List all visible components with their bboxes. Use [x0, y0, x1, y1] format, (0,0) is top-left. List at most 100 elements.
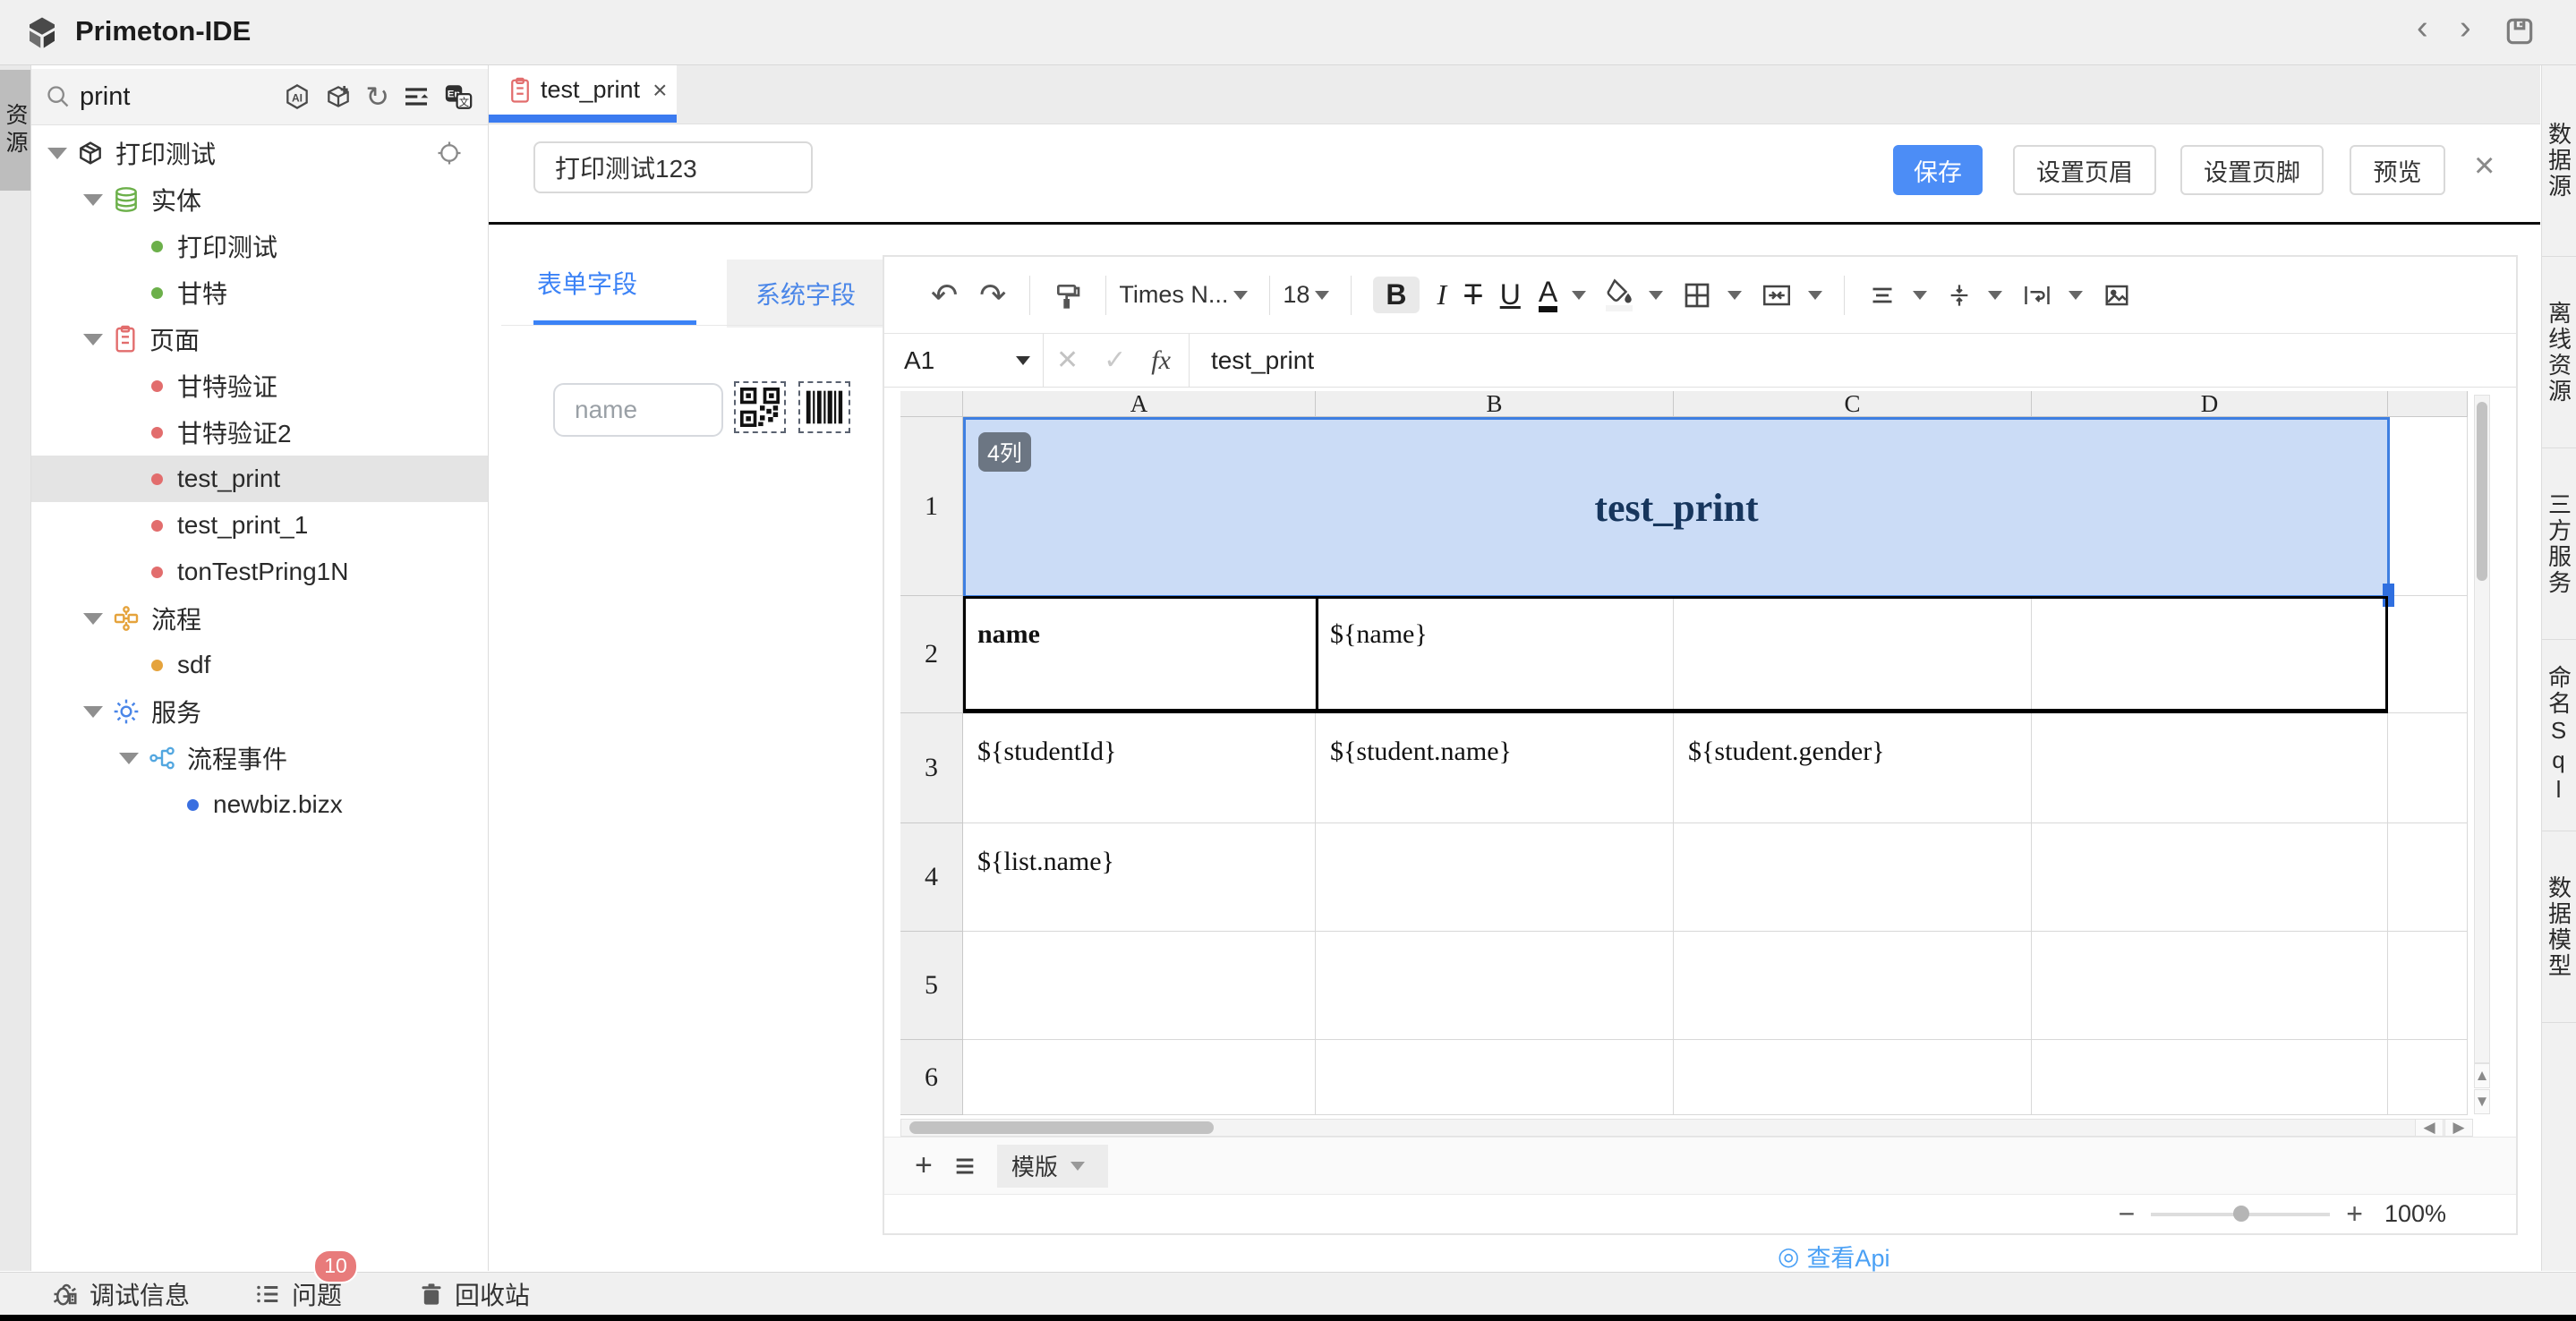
- tree-item-实体[interactable]: 实体: [31, 176, 488, 223]
- grid-corner-cell[interactable]: [900, 391, 963, 417]
- cell-value[interactable]: ${student.name}: [1330, 737, 1512, 767]
- merge-cells-icon[interactable]: [1761, 282, 1792, 309]
- rail-tab-resources[interactable]: 资源: [0, 70, 30, 191]
- cell-value[interactable]: ${studentId}: [977, 737, 1116, 767]
- formula-cancel-icon[interactable]: ✕: [1056, 345, 1079, 376]
- save-button[interactable]: 保存: [1893, 145, 1983, 195]
- caret-down-icon[interactable]: [83, 194, 103, 206]
- column-header-B[interactable]: B: [1316, 391, 1674, 417]
- undo-icon[interactable]: ↶: [931, 277, 958, 314]
- zoom-out-icon[interactable]: −: [2119, 1197, 2136, 1231]
- problems-item[interactable]: 问题 10: [254, 1276, 342, 1312]
- caret-down-icon[interactable]: [47, 148, 67, 159]
- grid-cell[interactable]: [963, 823, 1316, 932]
- sheet-grid[interactable]: ABCD123456name${name}${studentId}${stude…: [900, 391, 2503, 1138]
- horizontal-align-dropdown-icon[interactable]: [1913, 291, 1927, 300]
- formula-confirm-icon[interactable]: ✓: [1104, 345, 1126, 376]
- right-rail-tab-数据模型[interactable]: 数据模型: [2542, 831, 2576, 1023]
- grid-cell[interactable]: [2032, 932, 2388, 1040]
- column-header-A[interactable]: A: [963, 391, 1316, 417]
- translate-icon[interactable]: En文: [443, 81, 473, 112]
- barcode-icon[interactable]: [798, 381, 850, 433]
- tree-item-流程事件[interactable]: 流程事件: [31, 735, 488, 781]
- insert-image-icon[interactable]: [2103, 282, 2131, 309]
- format-painter-icon[interactable]: [1053, 281, 1082, 310]
- tree-item-页面[interactable]: 页面: [31, 316, 488, 362]
- row-header-1[interactable]: 1: [900, 417, 963, 596]
- grid-cell[interactable]: [2388, 1040, 2468, 1115]
- tree-item-test_print[interactable]: test_print: [31, 456, 488, 502]
- vertical-align-dropdown-icon[interactable]: [1988, 291, 2002, 300]
- text-wrap-dropdown-icon[interactable]: [2068, 291, 2083, 300]
- scroll-left-icon[interactable]: ◀: [2415, 1119, 2444, 1137]
- grid-cell[interactable]: [1316, 823, 1674, 932]
- column-header-D[interactable]: D: [2032, 391, 2388, 417]
- grid-cell[interactable]: [2388, 823, 2468, 932]
- ai-assistant-icon[interactable]: AI: [283, 82, 311, 111]
- horizontal-scrollbar-thumb[interactable]: [909, 1121, 1214, 1134]
- grid-cell[interactable]: [963, 1040, 1316, 1115]
- tab-form-fields[interactable]: 表单字段: [537, 265, 637, 301]
- caret-down-icon[interactable]: [83, 334, 103, 345]
- sheet-list-icon[interactable]: [952, 1154, 977, 1179]
- tree-item-流程[interactable]: 流程: [31, 595, 488, 642]
- grid-cell[interactable]: [2388, 932, 2468, 1040]
- tree-item-甘特[interactable]: 甘特: [31, 269, 488, 316]
- grid-cell[interactable]: [1674, 713, 2032, 823]
- refresh-icon[interactable]: ↻: [365, 80, 389, 114]
- tree-item-tonTestPring1N[interactable]: tonTestPring1N: [31, 549, 488, 595]
- grid-cell[interactable]: [1674, 823, 2032, 932]
- grid-cell[interactable]: [963, 932, 1316, 1040]
- preview-button[interactable]: 预览: [2350, 145, 2445, 195]
- save-all-icon[interactable]: [2503, 14, 2537, 48]
- scroll-up-icon[interactable]: ▲: [2474, 1063, 2490, 1088]
- cell-reference-box[interactable]: A1: [884, 334, 1044, 387]
- search-input[interactable]: print: [80, 82, 130, 112]
- scroll-down-icon[interactable]: ▼: [2474, 1089, 2490, 1114]
- strikethrough-button[interactable]: T: [1464, 278, 1482, 311]
- debug-info-item[interactable]: 调试信息: [52, 1276, 190, 1312]
- editor-close-icon[interactable]: ×: [2474, 146, 2495, 186]
- caret-down-icon[interactable]: [119, 753, 139, 764]
- fill-color-icon[interactable]: [1606, 278, 1633, 311]
- set-page-footer-button[interactable]: 设置页脚: [2180, 145, 2324, 195]
- redo-icon[interactable]: ↷: [979, 277, 1006, 314]
- borders-dropdown-icon[interactable]: [1727, 291, 1742, 300]
- font-color-button[interactable]: A: [1539, 277, 1557, 312]
- right-rail-tab-三方服务[interactable]: 三方服务: [2542, 448, 2576, 640]
- row-header-4[interactable]: 4: [900, 823, 963, 932]
- zoom-slider-handle[interactable]: [2233, 1206, 2249, 1222]
- tree-item-sdf[interactable]: sdf: [31, 642, 488, 688]
- grid-cell[interactable]: [2388, 596, 2468, 713]
- grid-cell[interactable]: [2032, 713, 2388, 823]
- font-family-dropdown-icon[interactable]: [1233, 291, 1248, 300]
- font-color-dropdown-icon[interactable]: [1572, 291, 1586, 300]
- view-api-link[interactable]: ◎ 查看Api: [1778, 1239, 1889, 1274]
- row-header-5[interactable]: 5: [900, 932, 963, 1040]
- borders-icon[interactable]: [1683, 281, 1711, 310]
- text-wrap-icon[interactable]: [2022, 282, 2052, 309]
- tree-item-newbiz.bizx[interactable]: newbiz.bizx: [31, 781, 488, 828]
- tab-close-icon[interactable]: ×: [653, 76, 667, 105]
- qrcode-icon[interactable]: [734, 381, 786, 433]
- tree-item-甘特验证[interactable]: 甘特验证: [31, 362, 488, 409]
- cell-reference-dropdown-icon[interactable]: [1016, 356, 1030, 365]
- grid-cell[interactable]: [2388, 713, 2468, 823]
- tab-system-fields[interactable]: 系统字段: [727, 260, 884, 328]
- sheet-tab-template[interactable]: 模版: [997, 1145, 1108, 1188]
- tree-item-服务[interactable]: 服务: [31, 688, 488, 735]
- locate-icon[interactable]: [436, 140, 463, 166]
- set-page-header-button[interactable]: 设置页眉: [2013, 145, 2156, 195]
- row-header-6[interactable]: 6: [900, 1040, 963, 1115]
- new-module-icon[interactable]: [324, 82, 353, 111]
- zoom-in-icon[interactable]: +: [2346, 1197, 2363, 1231]
- right-rail-tab-数据源[interactable]: 数据源: [2542, 65, 2576, 257]
- nav-forward-icon[interactable]: ›: [2460, 11, 2471, 45]
- grid-cell[interactable]: [2032, 823, 2388, 932]
- formula-value[interactable]: test_print: [1211, 346, 1314, 375]
- add-sheet-icon[interactable]: +: [915, 1148, 933, 1183]
- column-header-C[interactable]: C: [1674, 391, 2032, 417]
- right-rail-tab-离线资源[interactable]: 离线资源: [2542, 257, 2576, 448]
- underline-button[interactable]: U: [1500, 278, 1521, 311]
- row-header-2[interactable]: 2: [900, 596, 963, 713]
